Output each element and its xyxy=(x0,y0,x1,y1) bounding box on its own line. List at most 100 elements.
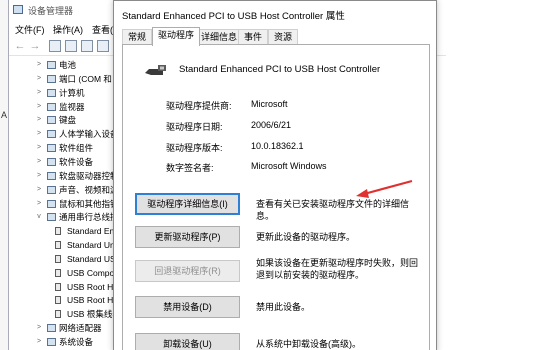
forward-arrow-icon[interactable]: → xyxy=(29,40,41,52)
tree-item-label: 声音、视频和游戏控制器 xyxy=(59,184,119,195)
device-category-icon xyxy=(47,130,56,139)
uninstall-device-button[interactable]: 卸载设备(U) xyxy=(135,333,240,350)
chevron-right-icon[interactable]: > xyxy=(35,72,43,86)
chevron-right-icon[interactable]: > xyxy=(35,127,43,141)
action-description: 更新此设备的驱动程序。 xyxy=(256,232,356,242)
info-label: 驱动程序日期: xyxy=(166,122,223,132)
chevron-right-icon[interactable]: > xyxy=(35,197,43,211)
annotation-arrow-line xyxy=(363,179,413,196)
info-value: 10.0.18362.1 xyxy=(251,141,304,151)
tree-item-label: 人体学输入设备 xyxy=(59,129,119,140)
usb-device-icon xyxy=(55,310,61,319)
info-label: 数字签名者: xyxy=(166,163,214,173)
dialog-title: Standard Enhanced PCI to USB Host Contro… xyxy=(122,11,345,22)
info-value: 2006/6/21 xyxy=(251,120,292,130)
tree-item-label: 软件组件 xyxy=(59,143,94,154)
menu-file[interactable]: 文件(F) xyxy=(15,23,45,36)
tree-item-label: 端口 (COM 和 LPT) xyxy=(59,73,119,84)
usb-device-icon xyxy=(55,241,61,250)
disable-device-button[interactable]: 禁用设备(D) xyxy=(135,296,240,318)
background-window-edge: A xyxy=(0,0,8,350)
roll-back-driver-button[interactable]: 回退驱动程序(R) xyxy=(135,260,240,282)
device-category-icon xyxy=(47,213,56,222)
tree-item-label: 鼠标和其他指针设备 xyxy=(59,198,119,209)
tree-item-label: 键盘 xyxy=(59,115,77,126)
info-value: Microsoft Windows xyxy=(251,161,327,171)
device-category-icon xyxy=(47,102,56,111)
tab-details[interactable]: 详细信息 xyxy=(195,29,244,45)
device-manager-app-icon xyxy=(13,5,23,14)
show-hidden-icon[interactable] xyxy=(97,40,109,52)
tab-driver[interactable]: 驱动程序 xyxy=(152,27,201,46)
chevron-right-icon[interactable]: > xyxy=(35,321,43,335)
chevron-right-icon[interactable]: > xyxy=(35,100,43,114)
tree-item-label: Standard USB 3.0 eXtensible Host Control… xyxy=(67,253,119,264)
usb-device-icon xyxy=(55,254,61,263)
tree-item-label: Standard Enhanced PCI to USB Host Contro… xyxy=(67,226,119,237)
tree-item-label: 系统设备 xyxy=(59,337,94,347)
side-letter: A xyxy=(1,110,8,120)
tree-item-label: 电池 xyxy=(59,60,77,70)
device-manager-background xyxy=(446,0,550,350)
chevron-right-icon[interactable]: > xyxy=(35,141,43,155)
device-category-icon xyxy=(47,61,56,69)
action-description: 禁用此设备。 xyxy=(256,302,311,312)
usb-device-icon xyxy=(55,227,61,236)
action-description: 从系统中卸载设备(高级)。 xyxy=(256,339,361,349)
tree-item-label: 软盘驱动器控制器 xyxy=(59,170,119,181)
usb-device-icon xyxy=(55,282,61,291)
chevron-right-icon[interactable]: > xyxy=(35,183,43,197)
usb-device-icon xyxy=(55,296,61,305)
list-icon[interactable] xyxy=(65,40,77,52)
tree-item-label: Standard Universal PCI to USB Host Contr… xyxy=(67,240,119,251)
device-category-icon xyxy=(47,324,56,333)
chevron-right-icon[interactable]: > xyxy=(35,58,43,72)
tree-item-label: 监视器 xyxy=(59,101,85,112)
tab-strip: 常规 驱动程序 详细信息 事件 资源 xyxy=(122,27,430,46)
device-category-icon xyxy=(47,199,56,208)
device-category-icon xyxy=(47,116,56,125)
tree-item-label: USB Composite Device xyxy=(67,267,119,278)
device-category-icon xyxy=(47,185,56,194)
device-category-icon xyxy=(47,157,56,166)
chevron-down-icon[interactable]: v xyxy=(35,210,43,224)
tree-item-label: USB Root Hub xyxy=(67,281,119,292)
tree-item-label: 网络适配器 xyxy=(59,323,102,334)
chevron-right-icon[interactable]: > xyxy=(35,155,43,169)
tree-item-label: 通用串行总线控制器 xyxy=(59,212,119,223)
chevron-right-icon[interactable]: > xyxy=(35,113,43,127)
annotation-arrow xyxy=(356,179,413,198)
info-label: 驱动程序提供商: xyxy=(166,101,232,111)
menu-action[interactable]: 操作(A) xyxy=(53,23,83,36)
usb-connector-icon xyxy=(145,65,166,75)
info-value: Microsoft xyxy=(251,99,288,109)
properties-dialog: Standard Enhanced PCI to USB Host Contro… xyxy=(113,0,437,350)
device-manager-title: 设备管理器 xyxy=(28,6,74,16)
tree-item-label: 计算机 xyxy=(59,87,85,98)
driver-details-button[interactable]: 驱动程序详细信息(I) xyxy=(135,193,240,215)
tree-item-label: 软件设备 xyxy=(59,156,94,167)
device-tree: > 电池 > 端口 (COM 和 LPT) > 计算机 > 监视器 > 键盘 > 人体学输入设备 > 软件… xyxy=(9,57,119,350)
action-description: 查看有关已安装驱动程序文件的详细信息。 xyxy=(256,199,410,221)
chevron-right-icon[interactable]: > xyxy=(35,86,43,100)
device-category-icon xyxy=(47,88,56,97)
properties-icon[interactable] xyxy=(49,40,61,52)
chevron-right-icon[interactable]: > xyxy=(35,169,43,183)
tree-item-label: USB 根集线器 xyxy=(67,309,119,320)
help-icon[interactable] xyxy=(81,40,93,52)
device-category-icon xyxy=(47,338,56,346)
device-category-icon xyxy=(47,74,56,83)
device-name: Standard Enhanced PCI to USB Host Contro… xyxy=(179,64,381,75)
action-description: 如果该设备在更新驱动程序时失败，则回退到以前安装的驱动程序。 xyxy=(256,258,419,280)
update-driver-button[interactable]: 更新驱动程序(P) xyxy=(135,226,240,248)
usb-device-icon xyxy=(55,268,61,277)
back-arrow-icon[interactable]: ← xyxy=(14,40,26,52)
chevron-right-icon[interactable]: > xyxy=(35,335,43,349)
device-category-icon xyxy=(47,171,56,180)
tab-resources[interactable]: 资源 xyxy=(268,29,299,45)
device-category-icon xyxy=(47,144,56,153)
tree-item-label: USB Root Hub (USB 3.0) xyxy=(67,295,119,306)
tab-general[interactable]: 常规 xyxy=(122,29,153,45)
info-label: 驱动程序版本: xyxy=(166,143,223,153)
tab-events[interactable]: 事件 xyxy=(238,29,269,45)
